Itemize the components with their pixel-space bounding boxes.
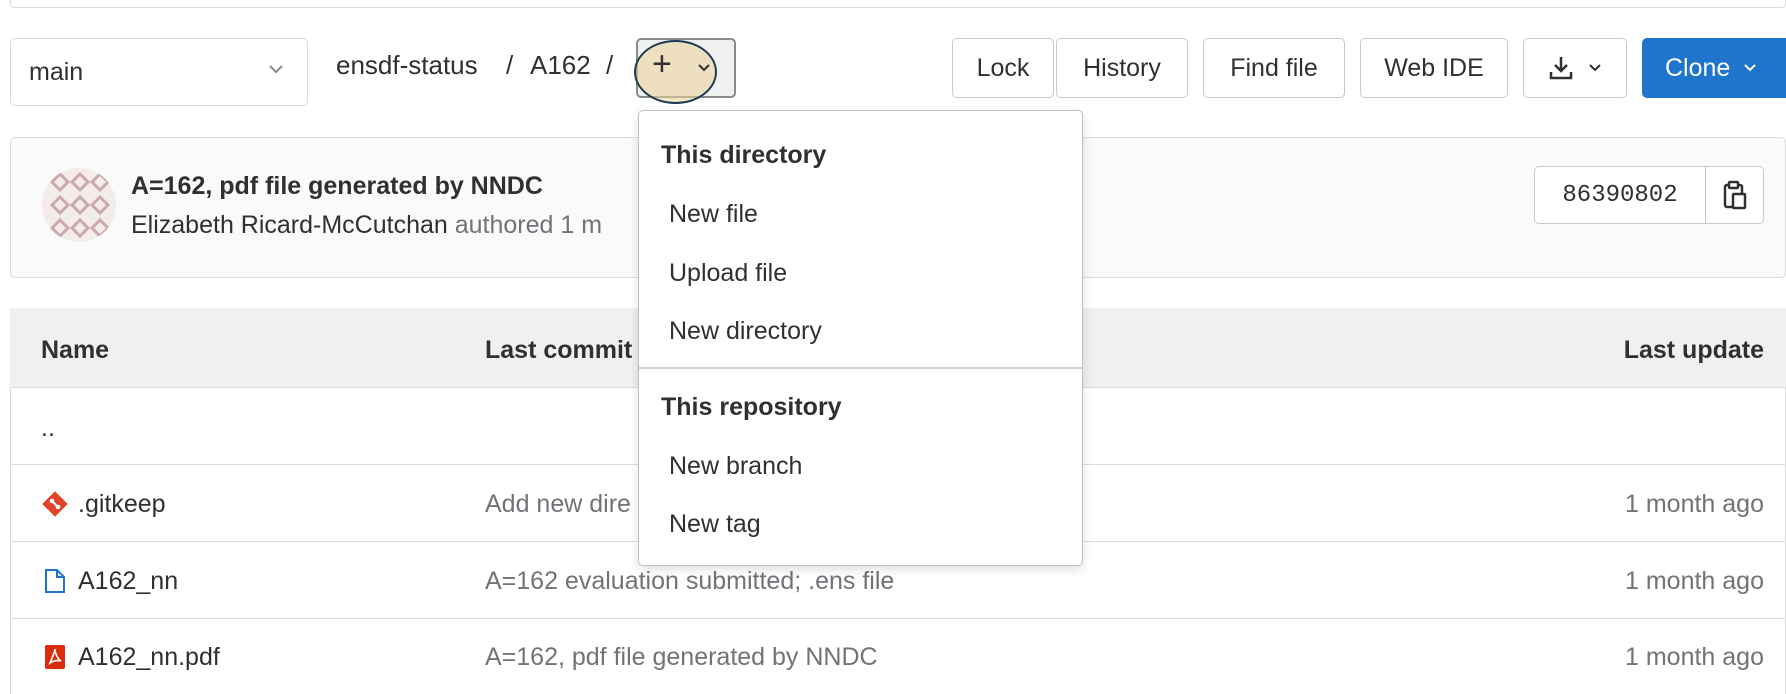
commit-author[interactable]: Elizabeth Ricard-McCutchan — [131, 211, 448, 239]
menu-item-upload-file[interactable]: Upload file — [669, 259, 787, 288]
download-icon — [1549, 57, 1573, 80]
table-row[interactable] — [10, 619, 1786, 694]
lock-button[interactable]: Lock — [952, 38, 1054, 98]
chevron-down-icon — [698, 64, 710, 72]
breadcrumb-separator: / — [506, 50, 514, 80]
web-ide-button[interactable]: Web IDE — [1360, 38, 1508, 98]
breadcrumb-separator: / — [606, 50, 614, 80]
download-button[interactable] — [1523, 38, 1627, 98]
breadcrumb-repo[interactable]: ensdf-status — [336, 50, 478, 81]
commit-author-line: Elizabeth Ricard-McCutchan authored 1 m — [131, 211, 602, 240]
commit-message[interactable]: A=162, pdf file generated by NNDC — [485, 643, 878, 672]
add-dropdown-menu: This directory New file Upload file New … — [638, 110, 1083, 566]
menu-item-new-tag[interactable]: New tag — [669, 510, 761, 539]
menu-item-new-branch[interactable]: New branch — [669, 452, 802, 481]
last-update: 1 month ago — [1625, 567, 1764, 595]
column-header-name: Name — [41, 336, 110, 364]
file-name[interactable]: .gitkeep — [78, 490, 166, 519]
menu-item-new-file[interactable]: New file — [669, 200, 758, 229]
commit-sha[interactable]: 86390802 — [1535, 167, 1706, 223]
commit-message[interactable]: A=162 evaluation submitted; .ens file — [485, 567, 894, 596]
copy-sha-button[interactable] — [1706, 167, 1763, 223]
chevron-down-icon — [269, 65, 283, 74]
top-panel-edge — [10, 0, 1786, 8]
clipboard-icon — [1723, 180, 1746, 210]
pdf-icon — [45, 645, 65, 669]
branch-selector[interactable]: main — [10, 38, 308, 106]
chevron-down-icon — [1744, 64, 1757, 72]
file-icon — [45, 569, 65, 593]
chevron-down-icon — [1589, 64, 1601, 72]
column-header-last-update: Last update — [1623, 336, 1764, 364]
file-name[interactable]: A162_nn.pdf — [78, 643, 220, 672]
parent-directory-link[interactable]: .. — [41, 414, 55, 443]
clone-button[interactable]: Clone — [1642, 38, 1786, 98]
menu-item-new-directory[interactable]: New directory — [669, 317, 822, 346]
commit-title[interactable]: A=162, pdf file generated by NNDC — [131, 172, 543, 201]
history-button[interactable]: History — [1056, 38, 1188, 98]
last-update: 1 month ago — [1625, 490, 1764, 518]
column-header-last-commit: Last commit — [485, 336, 633, 364]
commit-sha-group: 86390802 — [1534, 166, 1764, 224]
find-file-button[interactable]: Find file — [1203, 38, 1345, 98]
dropdown-section-this-repository: This repository — [661, 393, 842, 421]
clone-label: Clone — [1665, 53, 1731, 82]
file-name[interactable]: A162_nn — [78, 567, 178, 596]
dropdown-divider — [639, 367, 1082, 369]
identicon-icon — [49, 171, 111, 239]
commit-message[interactable]: Add new dire — [485, 490, 631, 519]
dropdown-section-this-directory: This directory — [661, 141, 827, 169]
avatar[interactable] — [42, 168, 116, 242]
git-icon — [42, 491, 68, 517]
commit-authored-text: authored 1 m — [454, 211, 603, 239]
last-update: 1 month ago — [1625, 643, 1764, 671]
breadcrumb-folder[interactable]: A162 — [530, 50, 591, 81]
branch-name: main — [29, 57, 84, 86]
plus-icon: + — [652, 45, 672, 83]
